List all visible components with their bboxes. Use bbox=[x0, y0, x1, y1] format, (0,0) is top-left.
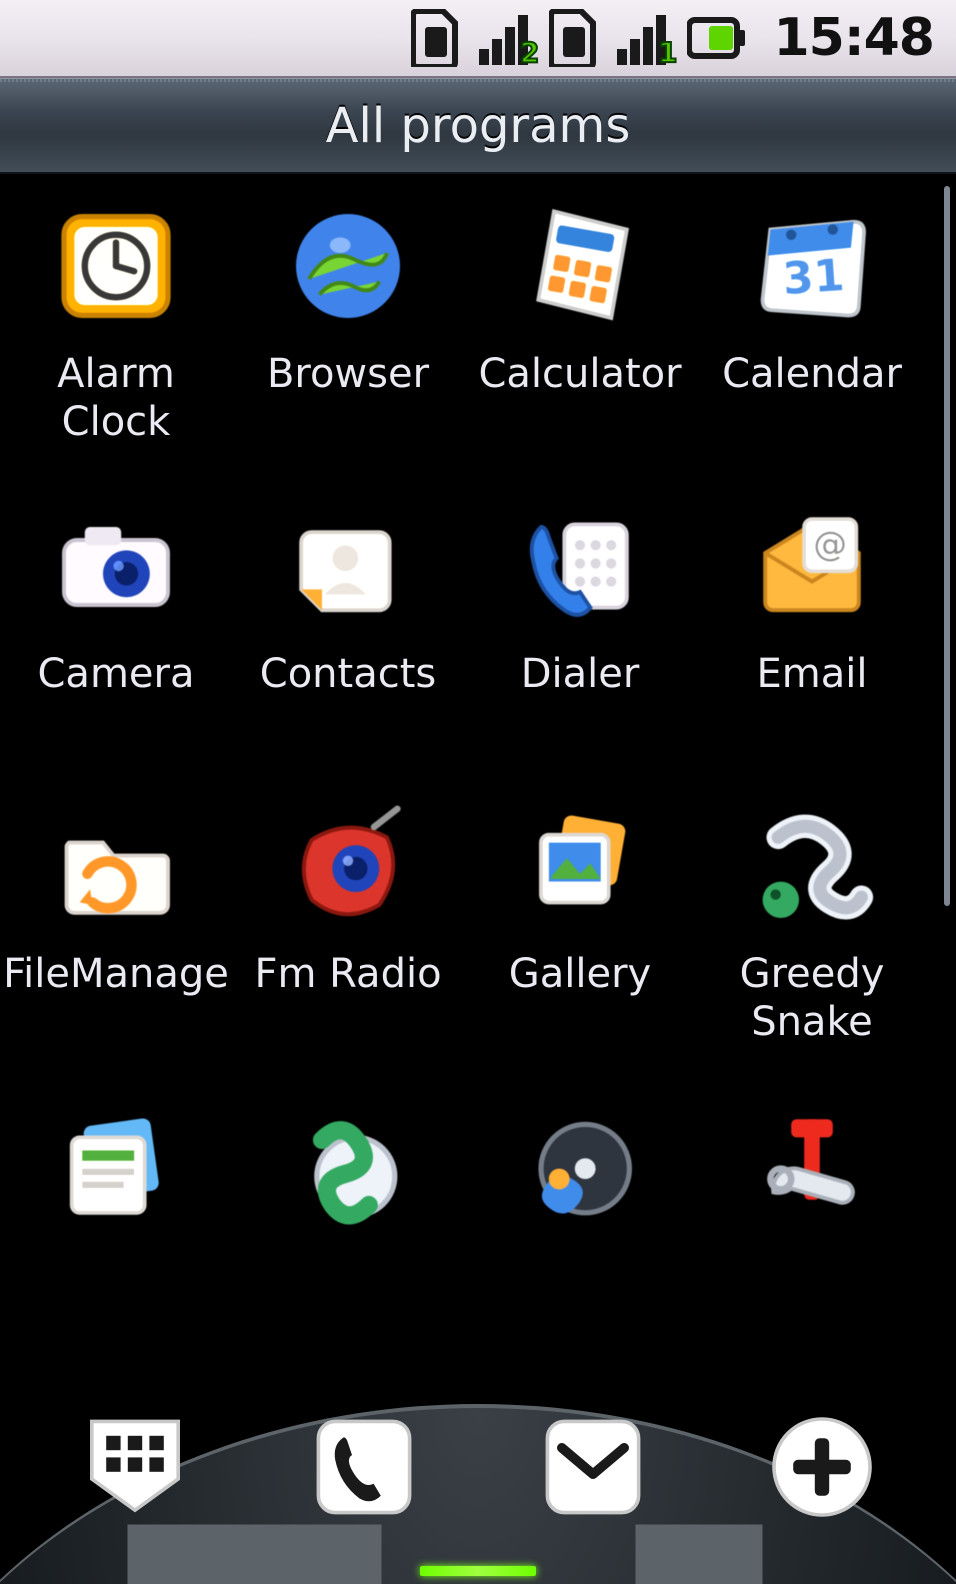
app-unknown-14[interactable] bbox=[232, 1096, 464, 1396]
header-bar: All programs bbox=[0, 78, 956, 174]
battery-icon bbox=[687, 14, 747, 62]
dock bbox=[0, 1384, 956, 1584]
app-contacts[interactable]: Contacts bbox=[232, 496, 464, 796]
app-label: Calculator bbox=[466, 350, 694, 398]
sim-card-icon bbox=[549, 9, 599, 67]
app-label: Dialer bbox=[466, 650, 694, 698]
app-browser[interactable]: Browser bbox=[232, 196, 464, 496]
app-dialer[interactable]: Dialer bbox=[464, 496, 696, 796]
app-grid-area[interactable]: Alarm Clock Browser Calculator 31 Calend… bbox=[0, 174, 956, 1404]
contacts-icon bbox=[278, 496, 418, 636]
app-label: Fm Radio bbox=[234, 950, 462, 998]
app-label: Calendar bbox=[698, 350, 926, 398]
phone-handset-icon bbox=[304, 1407, 424, 1531]
envelope-closed-icon bbox=[533, 1407, 653, 1531]
app-email[interactable]: @ Email bbox=[696, 496, 928, 796]
dock-messages[interactable] bbox=[533, 1407, 653, 1531]
signal-badge-2: 1 bbox=[658, 36, 677, 69]
scrollbar[interactable] bbox=[944, 186, 950, 906]
news-icon bbox=[46, 1096, 186, 1236]
alarm-clock-icon bbox=[46, 196, 186, 336]
app-label: Alarm Clock bbox=[2, 350, 230, 446]
app-gallery[interactable]: Gallery bbox=[464, 796, 696, 1096]
app-grid: Alarm Clock Browser Calculator 31 Calend… bbox=[0, 174, 928, 1396]
svg-text:31: 31 bbox=[781, 250, 846, 305]
app-label: Gallery bbox=[466, 950, 694, 998]
media-disc-icon bbox=[510, 1096, 650, 1236]
svg-text:@: @ bbox=[813, 525, 847, 564]
app-label: Greedy Snake bbox=[698, 950, 926, 1046]
app-camera[interactable]: Camera bbox=[0, 496, 232, 796]
calculator-icon bbox=[510, 196, 650, 336]
gallery-icon bbox=[510, 796, 650, 936]
app-label: Email bbox=[698, 650, 926, 698]
app-label: Browser bbox=[234, 350, 462, 398]
radio-icon bbox=[278, 796, 418, 936]
app-unknown-13[interactable] bbox=[0, 1096, 232, 1396]
app-label: Camera bbox=[2, 650, 230, 698]
app-greedy-snake[interactable]: Greedy Snake bbox=[696, 796, 928, 1096]
app-fm-radio[interactable]: Fm Radio bbox=[232, 796, 464, 1096]
snake-icon bbox=[742, 796, 882, 936]
dock-add[interactable] bbox=[762, 1407, 882, 1531]
sim-card-icon bbox=[411, 9, 461, 67]
folder-sync-icon bbox=[46, 796, 186, 936]
plus-icon bbox=[762, 1407, 882, 1531]
status-time: 15:48 bbox=[773, 8, 934, 68]
envelope-icon: @ bbox=[742, 496, 882, 636]
signal-bars-icon: 1 bbox=[615, 9, 671, 67]
header-title: All programs bbox=[326, 98, 631, 154]
dock-apps-drawer[interactable] bbox=[75, 1407, 195, 1531]
music-knot-icon bbox=[278, 1096, 418, 1236]
globe-icon bbox=[278, 196, 418, 336]
app-label: Contacts bbox=[234, 650, 462, 698]
tools-icon bbox=[742, 1096, 882, 1236]
app-alarm-clock[interactable]: Alarm Clock bbox=[0, 196, 232, 496]
dock-indicator bbox=[420, 1566, 536, 1576]
app-label: FileManage bbox=[2, 950, 230, 998]
dock-phone[interactable] bbox=[304, 1407, 424, 1531]
signal-badge-1: 2 bbox=[520, 36, 539, 69]
calendar-icon: 31 bbox=[742, 196, 882, 336]
status-bar: 2 1 15:48 bbox=[0, 0, 956, 78]
app-calendar[interactable]: 31 Calendar bbox=[696, 196, 928, 496]
phone-icon bbox=[510, 496, 650, 636]
apps-grid-icon bbox=[75, 1407, 195, 1531]
app-filemanager[interactable]: FileManage bbox=[0, 796, 232, 1096]
camera-icon bbox=[46, 496, 186, 636]
signal-bars-icon: 2 bbox=[477, 9, 533, 67]
app-calculator[interactable]: Calculator bbox=[464, 196, 696, 496]
app-unknown-16[interactable] bbox=[696, 1096, 928, 1396]
app-unknown-15[interactable] bbox=[464, 1096, 696, 1396]
